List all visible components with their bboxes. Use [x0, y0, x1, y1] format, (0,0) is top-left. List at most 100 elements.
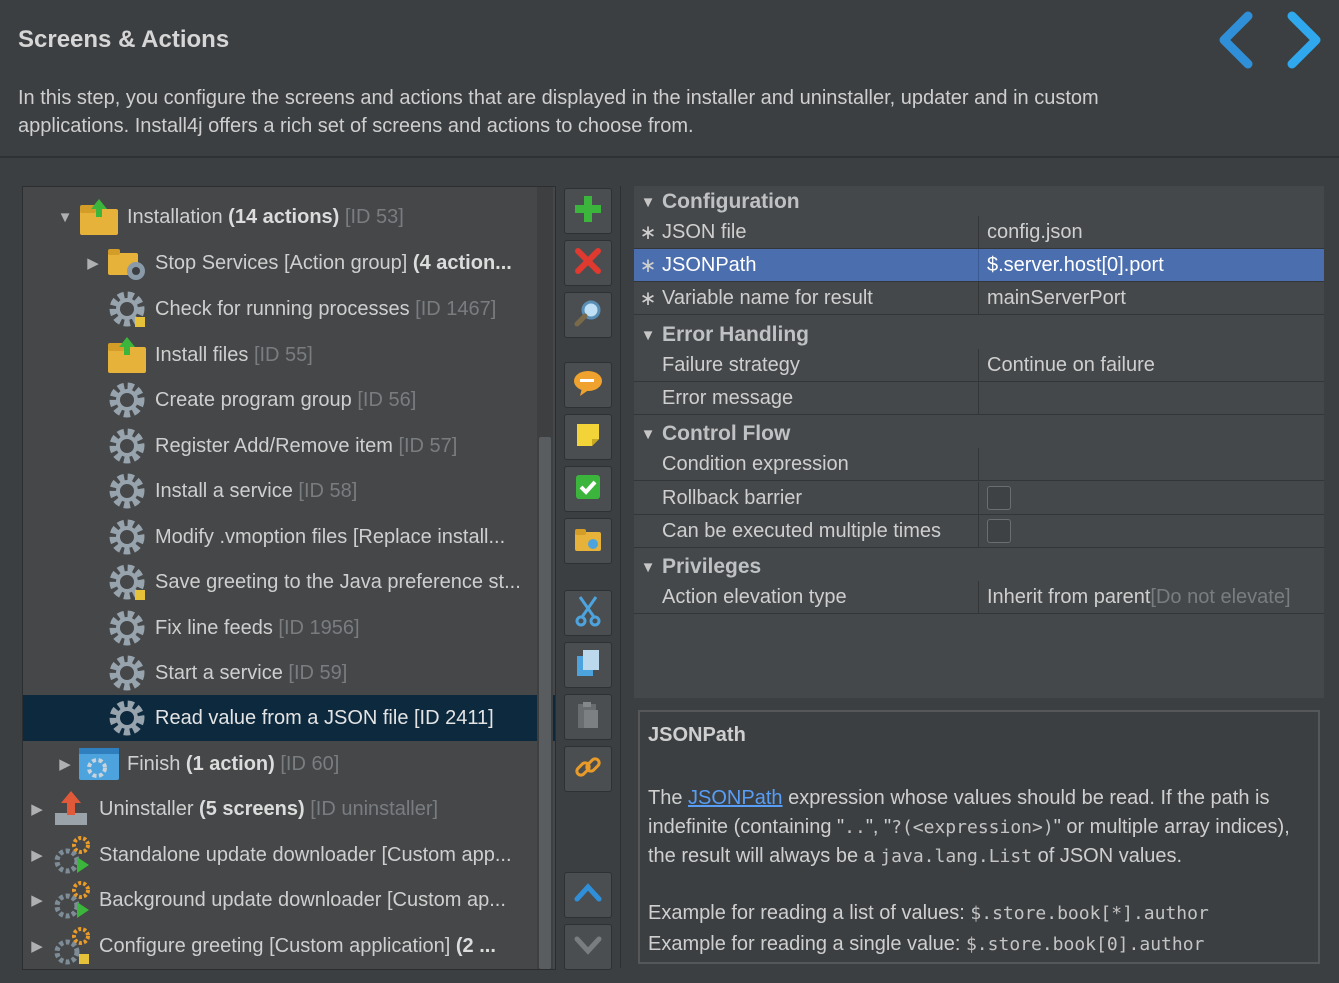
tree-item-standalone-updater[interactable]: ▶ Standalone update downloader [Custom a…: [23, 833, 539, 877]
example-list-values: Example for reading a list of values: $.…: [648, 902, 1209, 924]
prop-rollback-barrier[interactable]: Rollback barrier: [634, 482, 1324, 515]
prop-value[interactable]: Inherit from parent [Do not elevate]: [978, 581, 1324, 613]
prop-value[interactable]: $.server.host[0].port: [978, 249, 1324, 281]
prop-value[interactable]: Continue on failure: [978, 349, 1324, 381]
paste-icon: [574, 700, 602, 735]
tree-item-fix-line-feeds[interactable]: Fix line feeds [ID 1956]: [23, 606, 555, 650]
jsonpath-link[interactable]: JSONPath: [688, 787, 782, 809]
tree-item-save-greeting[interactable]: Save greeting to the Java preference st.…: [23, 560, 555, 604]
prop-value[interactable]: [978, 448, 1324, 480]
tree-item-background-updater[interactable]: ▶ Background update downloader [Custom a…: [23, 878, 539, 922]
tree-item-label: Uninstaller (5 screens) [ID uninstaller]: [99, 797, 439, 820]
page-title: Screens & Actions: [18, 26, 230, 53]
scrollbar-thumb[interactable]: [539, 437, 551, 969]
screens-actions-tree[interactable]: ▼ Installation (14 actions) [ID 53] ▶ St…: [22, 186, 556, 970]
tree-item-create-program-group[interactable]: Create program group [ID 56]: [23, 378, 555, 422]
prop-value[interactable]: config.json: [978, 216, 1324, 248]
header: Screens & Actions In this step, you conf…: [0, 0, 1339, 158]
expanded-toggle-icon[interactable]: ▼: [634, 327, 662, 344]
prop-value[interactable]: mainServerPort: [978, 282, 1324, 314]
move-down-button[interactable]: [564, 924, 612, 970]
tree-item-label: Register Add/Remove item [ID 57]: [155, 434, 458, 457]
custom-app-icon: [49, 835, 93, 875]
collapsed-toggle-icon[interactable]: ▶: [25, 846, 49, 864]
tree-item-label: Finish (1 action) [ID 60]: [127, 752, 340, 775]
prop-error-message[interactable]: Error message: [634, 382, 1324, 415]
uninstaller-icon: [49, 789, 93, 829]
gear-icon: [105, 562, 149, 602]
collapsed-toggle-icon[interactable]: ▶: [25, 800, 49, 818]
tree-item-label: Stop Services [Action group] (4 action..…: [155, 251, 512, 274]
tree-item-uninstaller[interactable]: ▶ Uninstaller (5 screens) [ID uninstalle…: [23, 787, 539, 831]
expanded-toggle-icon[interactable]: ▼: [53, 209, 77, 226]
enable-button[interactable]: [564, 466, 612, 512]
prop-json-file[interactable]: ∗ JSON file config.json: [634, 216, 1324, 249]
section-configuration[interactable]: ▼ Configuration: [634, 188, 1324, 216]
prop-variable-name[interactable]: ∗ Variable name for result mainServerPort: [634, 282, 1324, 315]
prop-multiple-times[interactable]: Can be executed multiple times: [634, 515, 1324, 548]
prop-value[interactable]: [978, 382, 1324, 414]
tree-item-install-service[interactable]: Install a service [ID 58]: [23, 469, 555, 513]
tree-item-label: Fix line feeds [ID 1956]: [155, 616, 360, 639]
tree-item-modify-vmoption[interactable]: Modify .vmoption files [Replace install.…: [23, 515, 555, 559]
tree-item-check-processes[interactable]: Check for running processes [ID 1467]: [23, 287, 555, 331]
section-error-handling[interactable]: ▼ Error Handling: [634, 321, 1324, 349]
forward-arrow-icon[interactable]: [1272, 10, 1332, 70]
tree-item-install-files[interactable]: Install files [ID 55]: [23, 333, 555, 377]
tree-item-register-add-remove[interactable]: Register Add/Remove item [ID 57]: [23, 424, 555, 468]
prop-failure-strategy[interactable]: Failure strategy Continue on failure: [634, 349, 1324, 382]
add-icon: [573, 194, 603, 229]
note-icon: [574, 421, 602, 454]
comment-button[interactable]: [564, 362, 612, 408]
divider: [620, 186, 621, 968]
search-button[interactable]: [564, 292, 612, 338]
delete-button[interactable]: [564, 240, 612, 286]
copy-button[interactable]: [564, 642, 612, 688]
expanded-toggle-icon[interactable]: ▼: [634, 426, 662, 443]
prop-elevation-type[interactable]: Action elevation type Inherit from parent…: [634, 581, 1324, 614]
search-icon: [573, 298, 603, 333]
screen-icon: [77, 744, 121, 784]
delete-icon: [574, 247, 602, 280]
multiple-times-checkbox[interactable]: [987, 519, 1011, 543]
folder-icon: [573, 525, 603, 558]
collapsed-toggle-icon[interactable]: ▶: [25, 937, 49, 955]
install-folder-icon: [77, 197, 121, 237]
collapsed-toggle-icon[interactable]: ▶: [25, 891, 49, 909]
cut-button[interactable]: [564, 590, 612, 636]
note-button[interactable]: [564, 414, 612, 460]
tree-item-configure-greeting[interactable]: ▶ Configure greeting [Custom application…: [23, 924, 539, 968]
tree-item-label: Standalone update downloader [Custom app…: [99, 843, 512, 866]
tree-item-read-json-selected[interactable]: Read value from a JSON file [ID 2411]: [23, 695, 555, 741]
move-down-icon: [573, 933, 603, 962]
property-sheet: ▼ Configuration ∗ JSON file config.json ∗ JS…: [634, 186, 1324, 698]
tree-item-label: Background update downloader [Custom ap.…: [99, 888, 506, 911]
section-control-flow[interactable]: ▼ Control Flow: [634, 420, 1324, 448]
tree-scrollbar[interactable]: [537, 187, 553, 969]
tree-item-installation[interactable]: ▼ Installation (14 actions) [ID 53]: [23, 195, 555, 239]
add-button[interactable]: [564, 188, 612, 234]
collapsed-toggle-icon[interactable]: ▶: [53, 755, 77, 773]
tree-item-finish[interactable]: ▶ Finish (1 action) [ID 60]: [23, 742, 555, 786]
link-button[interactable]: [564, 746, 612, 792]
required-icon: ∗: [639, 221, 657, 244]
required-icon: ∗: [639, 254, 657, 277]
tree-item-stop-services[interactable]: ▶ Stop Services [Action group] (4 action…: [23, 241, 555, 285]
move-up-button[interactable]: [564, 872, 612, 918]
collapsed-toggle-icon[interactable]: ▶: [81, 254, 105, 272]
paste-button[interactable]: [564, 694, 612, 740]
example-single-value: Example for reading a single value: $.st…: [648, 933, 1205, 955]
folder-button[interactable]: [564, 518, 612, 564]
gear-icon: [105, 426, 149, 466]
prop-condition-expression[interactable]: Condition expression: [634, 448, 1324, 481]
install-folder-icon: [105, 335, 149, 375]
rollback-checkbox[interactable]: [987, 486, 1011, 510]
back-arrow-icon[interactable]: [1208, 10, 1268, 70]
tree-item-start-service[interactable]: Start a service [ID 59]: [23, 651, 555, 695]
section-privileges[interactable]: ▼ Privileges: [634, 553, 1324, 581]
check-icon: [574, 473, 602, 506]
prop-jsonpath-selected[interactable]: ∗ JSONPath $.server.host[0].port: [634, 249, 1324, 282]
expanded-toggle-icon[interactable]: ▼: [634, 559, 662, 576]
expanded-toggle-icon[interactable]: ▼: [634, 194, 662, 211]
action-group-icon: [105, 243, 149, 283]
